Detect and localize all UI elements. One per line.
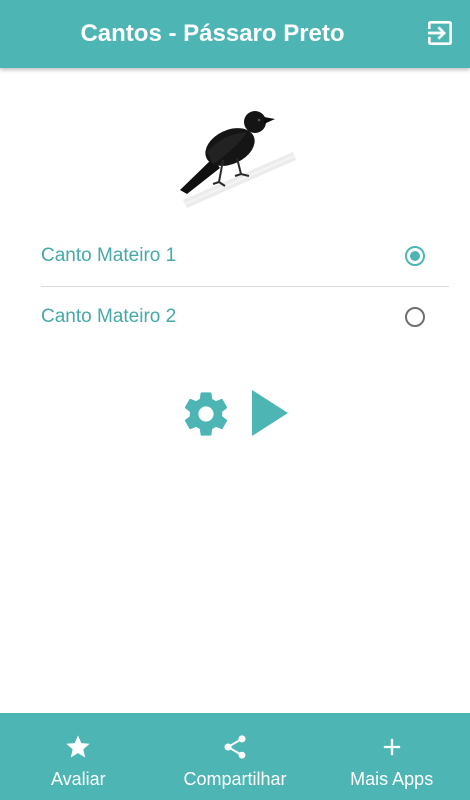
bird-image [175, 102, 300, 214]
app-header: Cantos - Pássaro Preto [0, 0, 470, 68]
radio-button[interactable] [405, 307, 425, 327]
playback-controls [178, 385, 298, 441]
settings-button[interactable] [180, 388, 232, 440]
song-option-2[interactable]: Canto Mateiro 2 [41, 287, 449, 347]
more-apps-button[interactable]: Mais Apps [313, 713, 470, 800]
star-icon [66, 735, 90, 758]
radio-button-selected[interactable] [405, 246, 425, 266]
rate-button[interactable]: Avaliar [0, 713, 157, 800]
page-title: Cantos - Pássaro Preto [80, 20, 345, 47]
song-option-label: Canto Mateiro 1 [41, 245, 177, 266]
plus-icon [383, 738, 400, 756]
exit-to-app-icon [428, 21, 452, 45]
rate-label: Avaliar [50, 769, 106, 789]
song-options-list: Canto Mateiro 1 Canto Mateiro 2 [41, 226, 449, 347]
song-option-1[interactable]: Canto Mateiro 1 [41, 226, 449, 286]
play-button[interactable] [250, 390, 290, 436]
gear-icon [184, 392, 228, 436]
share-button[interactable]: Compartilhar [157, 713, 314, 800]
share-label: Compartilhar [183, 769, 287, 789]
bottom-navigation: Avaliar Compartilhar Mais Apps [0, 713, 470, 800]
app-screen: Cantos - Pássaro Preto Canto Mateiro 1 C… [0, 0, 470, 800]
song-option-label: Canto Mateiro 2 [41, 306, 177, 327]
exit-button[interactable] [424, 17, 456, 49]
more-apps-label: Mais Apps [350, 769, 434, 789]
play-icon [252, 390, 288, 436]
share-icon [224, 735, 246, 759]
